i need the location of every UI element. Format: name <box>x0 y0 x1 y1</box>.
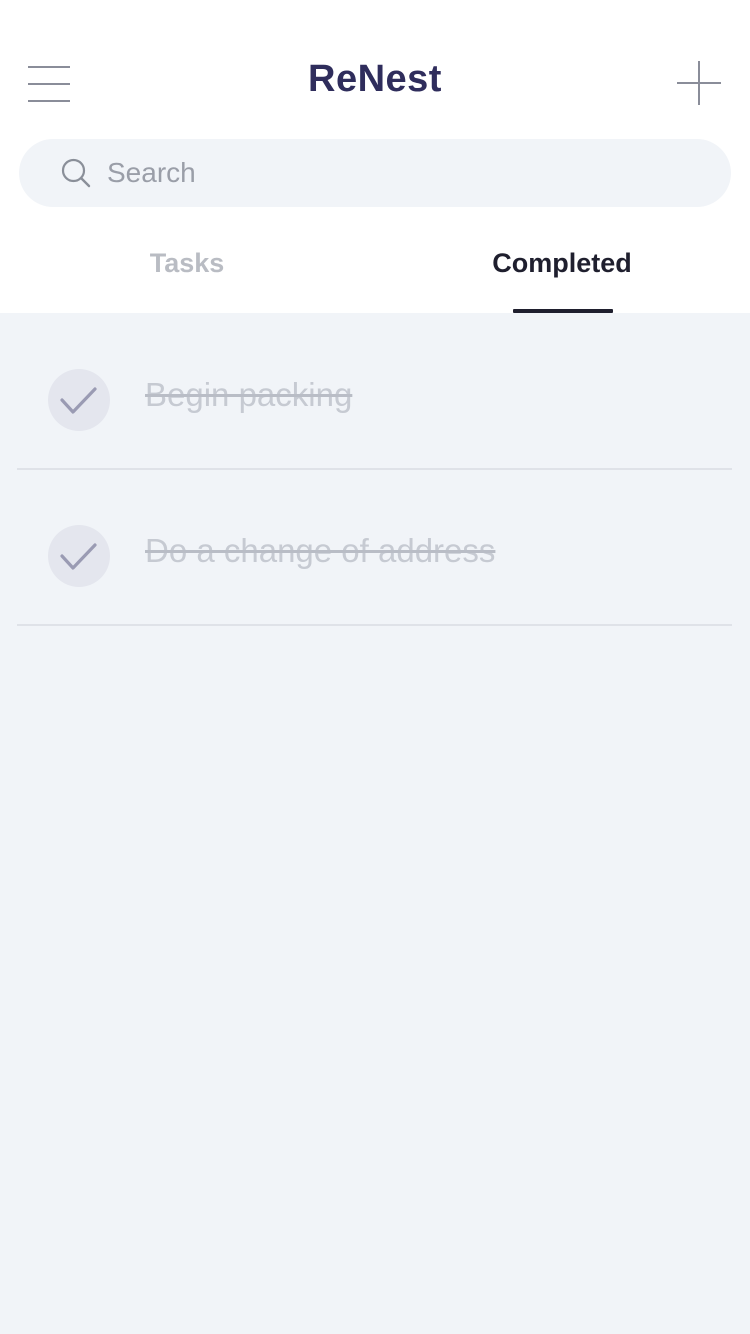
task-checkbox[interactable] <box>48 369 110 431</box>
tab-completed[interactable]: Completed <box>437 248 687 279</box>
tab-tasks[interactable]: Tasks <box>62 248 312 279</box>
search-icon <box>61 158 91 188</box>
plus-icon <box>677 61 721 105</box>
completed-task-list: Begin packing Do a change of address <box>0 313 750 1334</box>
task-checkbox[interactable] <box>48 525 110 587</box>
checkmark-icon <box>60 387 97 414</box>
app-header: ReNest Tasks Completed <box>0 0 750 313</box>
checkmark-icon <box>60 543 97 570</box>
add-task-button[interactable] <box>676 60 722 106</box>
search-input[interactable] <box>107 150 707 196</box>
task-row[interactable]: Begin packing <box>17 313 732 470</box>
app-title: ReNest <box>308 58 442 100</box>
task-label: Do a change of address <box>145 532 496 569</box>
task-row[interactable]: Do a change of address <box>17 469 732 626</box>
task-label: Begin packing <box>145 376 353 413</box>
